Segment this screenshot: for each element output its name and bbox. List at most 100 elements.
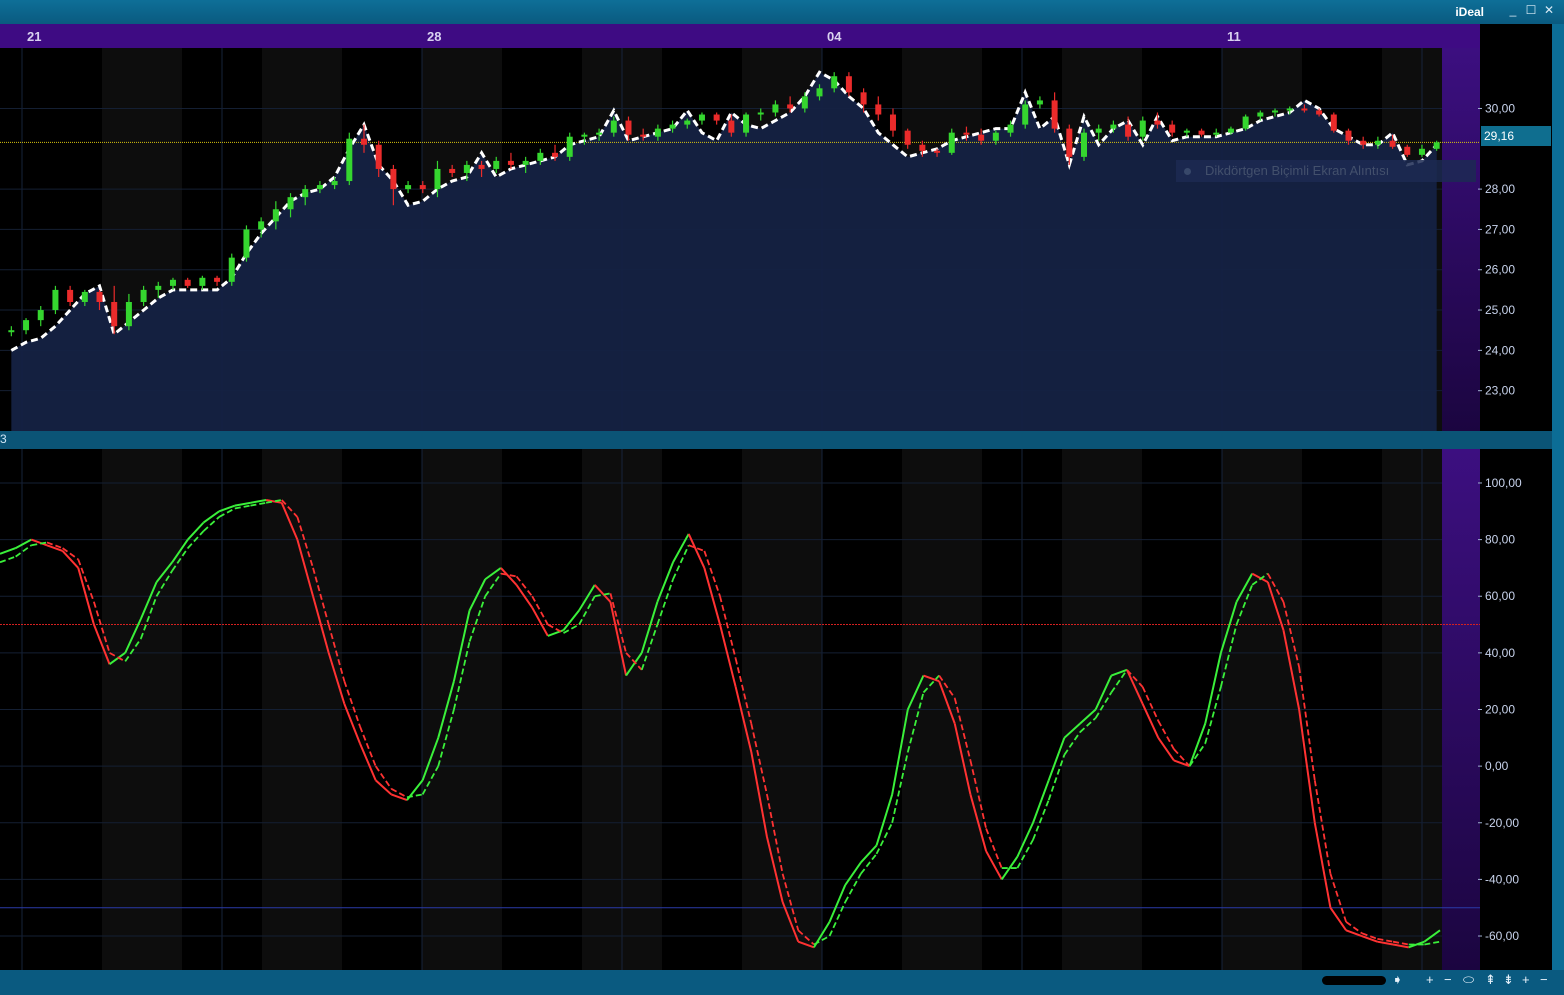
y-tick-label: 20,00 — [1485, 703, 1515, 717]
y-tick-label: 60,00 — [1485, 589, 1515, 603]
candle-body — [963, 132, 970, 135]
price-chart[interactable]: 23,00 24,00 25,00 26,00 27,00 28,00 30,00 — [0, 48, 1552, 431]
candle-body — [125, 301, 132, 327]
candle-body — [1374, 140, 1381, 145]
candle-body — [596, 132, 603, 135]
y-tick-label: 26,00 — [1485, 263, 1515, 277]
candle-body — [23, 320, 30, 331]
page-up-icon[interactable]: ⇞ — [1485, 972, 1496, 988]
candle-body — [522, 160, 529, 165]
candle-body — [1227, 128, 1234, 133]
candle-body — [934, 150, 941, 153]
page-down-icon[interactable]: ⇟ — [1503, 972, 1514, 988]
y-tick-label: -20,00 — [1485, 816, 1519, 830]
candle-body — [1139, 120, 1146, 137]
candle-body — [419, 185, 426, 190]
candle-body — [992, 132, 999, 141]
candle-body — [214, 277, 221, 282]
close-button[interactable]: ✕ — [1542, 3, 1556, 17]
navigation-bar: ➧ + − ⬭ ⇞ ⇟ + − — [0, 970, 1564, 995]
candle-body — [1154, 120, 1161, 125]
candle-body — [875, 104, 882, 115]
candle-body — [507, 160, 514, 165]
candle-body — [772, 104, 779, 113]
candle-body — [37, 310, 44, 321]
candle-body — [81, 291, 88, 302]
candle-body — [801, 96, 808, 109]
y-tick-label: 0,00 — [1485, 759, 1509, 773]
fit-icon[interactable]: ⬭ — [1463, 972, 1474, 988]
candle-body — [493, 160, 500, 169]
candle-body — [1198, 130, 1205, 135]
candle-body — [405, 185, 412, 190]
candle-body — [919, 144, 926, 151]
oscillator-chart[interactable]: 100,00 80,00 60,00 40,00 20,00 0,00 -20,00 -40,… — [0, 449, 1552, 970]
date-label: 21 — [27, 29, 42, 44]
y-tick-label: -60,00 — [1485, 929, 1519, 943]
y-tick-label: 27,00 — [1485, 222, 1515, 236]
y-tick-label: 25,00 — [1485, 303, 1515, 317]
candle-body — [228, 257, 235, 282]
candle-body — [1257, 112, 1264, 117]
candle-body — [889, 114, 896, 131]
y-axis-panel — [1442, 449, 1480, 970]
candle-body — [816, 88, 823, 97]
candle — [1022, 100, 1029, 129]
maximize-button[interactable]: ☐ — [1524, 3, 1538, 17]
candle-body — [669, 124, 676, 129]
window-frame-right — [1552, 24, 1564, 970]
snipping-overlay: Dikdörtgen Biçimli Ekran Alıntısı — [1176, 160, 1476, 182]
y-tick-label: 40,00 — [1485, 646, 1515, 660]
candle-body — [478, 164, 485, 169]
candle-body — [449, 168, 456, 173]
candle-body — [728, 120, 735, 133]
zoom-out-icon[interactable]: − — [1444, 972, 1452, 987]
candle-body — [698, 114, 705, 121]
y-tick-label: 100,00 — [1485, 476, 1522, 490]
candle-body — [463, 164, 470, 173]
candle-body — [1418, 148, 1425, 155]
candle-body — [1095, 128, 1102, 133]
expand-icon[interactable]: + — [1522, 972, 1530, 987]
candle-body — [552, 152, 559, 157]
candle-body — [1316, 110, 1323, 115]
date-axis: 21 28 04 11 — [0, 24, 1480, 48]
candle-body — [67, 289, 74, 302]
candle-body — [757, 112, 764, 115]
candle-body — [1022, 104, 1029, 125]
last-price-tag: 29,16 — [1481, 126, 1551, 146]
candle-body — [787, 104, 794, 109]
candle — [228, 253, 235, 286]
candle-body — [566, 136, 573, 157]
minimize-button[interactable]: _ — [1506, 3, 1520, 17]
candle-body — [1360, 140, 1367, 145]
candle-body — [316, 185, 323, 190]
candle-body — [1286, 108, 1293, 111]
candle-body — [331, 181, 338, 186]
candle-body — [1081, 132, 1087, 157]
pane-divider[interactable]: 3 — [0, 431, 1552, 449]
candle-body — [831, 76, 838, 89]
candle-body — [96, 291, 103, 302]
candle-body — [1183, 130, 1190, 133]
candle-body — [287, 197, 294, 210]
collapse-icon[interactable]: − — [1540, 972, 1548, 987]
candle-body — [375, 144, 382, 169]
candle-body — [8, 330, 15, 333]
zoom-in-icon[interactable]: + — [1426, 972, 1434, 987]
candle — [1242, 114, 1249, 131]
y-axis-panel — [1442, 48, 1480, 431]
scroll-thumb[interactable] — [1322, 976, 1386, 985]
scroll-right-icon[interactable]: ➧ — [1392, 972, 1403, 988]
candle-body — [860, 92, 867, 105]
candle-body — [346, 138, 353, 182]
candle — [1081, 128, 1087, 161]
overlay-text: Dikdörtgen Biçimli Ekran Alıntısı — [1205, 163, 1390, 178]
indicator-label: 3 — [0, 432, 7, 446]
candle-body — [684, 120, 691, 125]
candle-body — [1110, 124, 1117, 129]
y-tick-label: 23,00 — [1485, 384, 1515, 398]
candle-body — [140, 289, 147, 302]
y-tick-label: -40,00 — [1485, 872, 1519, 886]
candle-body — [243, 229, 250, 258]
